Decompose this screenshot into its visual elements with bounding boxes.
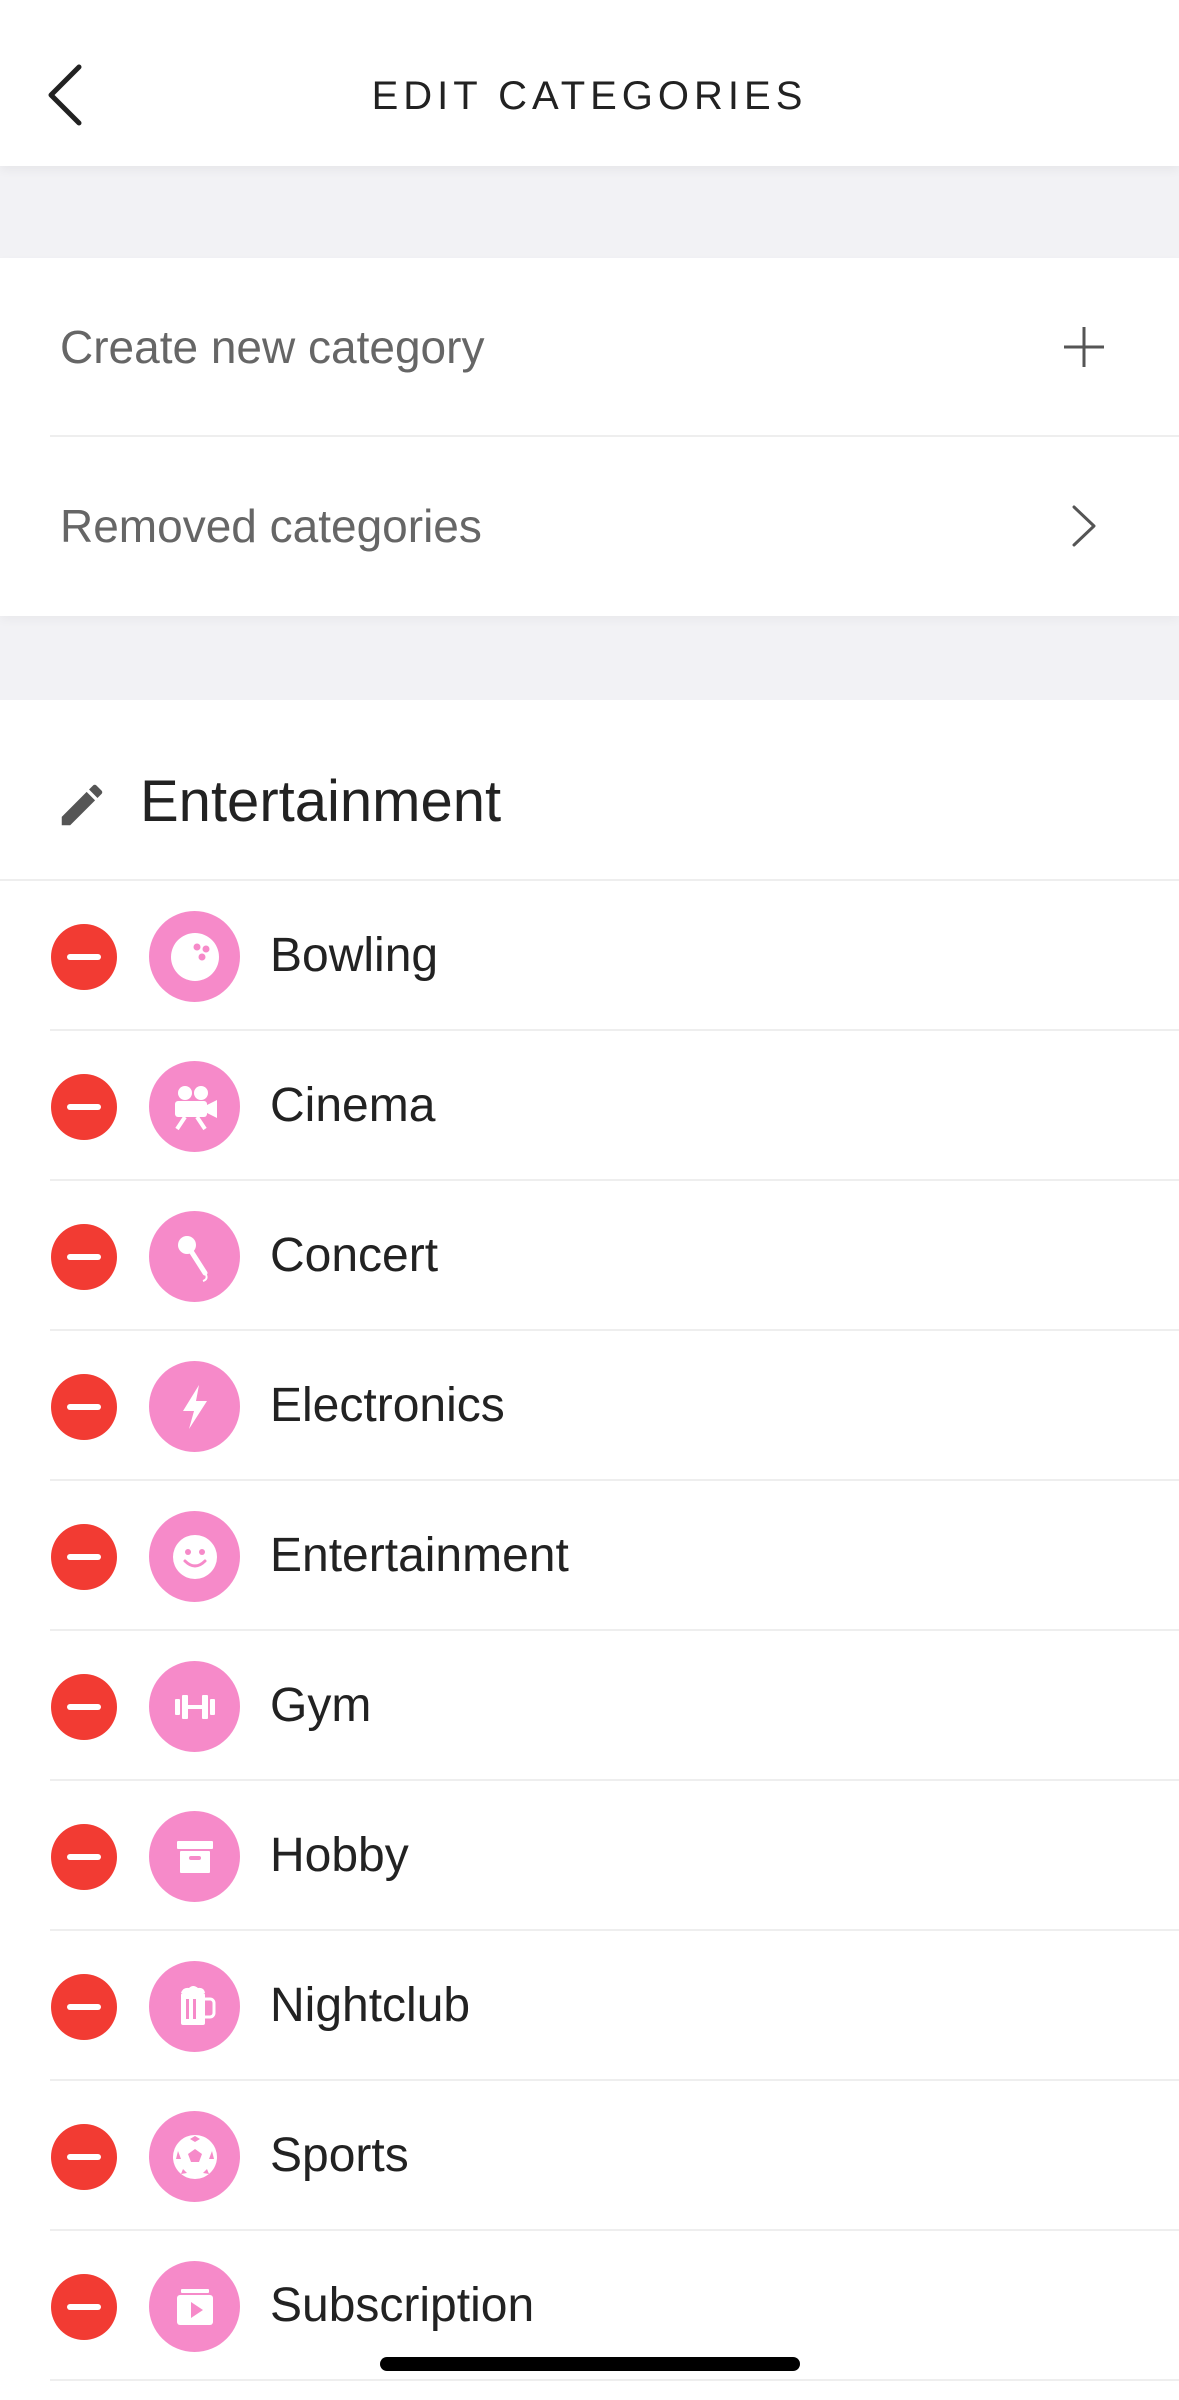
category-label: Hobby bbox=[270, 1829, 409, 1882]
category-group-card: Entertainment Bowling Cinema Concert Ele… bbox=[0, 700, 1179, 2400]
list-item: Nightclub bbox=[0, 1931, 1179, 2081]
removed-categories-row[interactable]: Removed categories bbox=[0, 437, 1179, 615]
navigation-bar: EDIT CATEGORIES bbox=[0, 0, 1179, 166]
lightning-bolt-icon bbox=[149, 1361, 240, 1452]
chevron-right-icon bbox=[1049, 491, 1119, 561]
movie-camera-icon bbox=[149, 1061, 240, 1152]
remove-button[interactable] bbox=[51, 1524, 117, 1590]
remove-button[interactable] bbox=[51, 1974, 117, 2040]
actions-card: Create new category Removed categories bbox=[0, 258, 1179, 616]
category-label: Concert bbox=[270, 1229, 439, 1282]
category-label: Sports bbox=[270, 2129, 409, 2182]
category-label: Bowling bbox=[270, 929, 439, 982]
plus-icon[interactable] bbox=[1049, 312, 1119, 382]
remove-button[interactable] bbox=[51, 1224, 117, 1290]
list-item: Gym bbox=[0, 1631, 1179, 1781]
group-header: Entertainment bbox=[0, 700, 1179, 881]
category-list: Bowling Cinema Concert Electronics Enter… bbox=[0, 881, 1179, 2381]
page-title: EDIT CATEGORIES bbox=[371, 74, 808, 118]
pencil-icon[interactable] bbox=[55, 778, 109, 832]
home-indicator bbox=[380, 2357, 800, 2371]
smiley-icon bbox=[149, 1511, 240, 1602]
list-item: Concert bbox=[0, 1181, 1179, 1331]
remove-button[interactable] bbox=[51, 2124, 117, 2190]
category-label: Entertainment bbox=[270, 1529, 569, 1582]
list-item: Sports bbox=[0, 2081, 1179, 2231]
remove-button[interactable] bbox=[51, 2274, 117, 2340]
list-item: Cinema bbox=[0, 1031, 1179, 1181]
category-label: Electronics bbox=[270, 1379, 505, 1432]
list-item: Electronics bbox=[0, 1331, 1179, 1481]
list-item: Entertainment bbox=[0, 1481, 1179, 1631]
divider bbox=[50, 2379, 1179, 2381]
play-box-icon bbox=[149, 2261, 240, 2352]
remove-button[interactable] bbox=[51, 1824, 117, 1890]
category-label: Cinema bbox=[270, 1079, 436, 1132]
list-item: Bowling bbox=[0, 881, 1179, 1031]
dumbbell-icon bbox=[149, 1661, 240, 1752]
remove-button[interactable] bbox=[51, 924, 117, 990]
remove-button[interactable] bbox=[51, 1074, 117, 1140]
removed-categories-label: Removed categories bbox=[60, 500, 482, 552]
create-category-row[interactable]: Create new category bbox=[0, 258, 1179, 436]
microphone-icon bbox=[149, 1211, 240, 1302]
beer-mug-icon bbox=[149, 1961, 240, 2052]
category-label: Nightclub bbox=[270, 1979, 471, 2032]
list-item: Hobby bbox=[0, 1781, 1179, 1931]
bowling-ball-icon bbox=[149, 911, 240, 1002]
soccer-ball-icon bbox=[149, 2111, 240, 2202]
create-category-label: Create new category bbox=[60, 321, 485, 373]
remove-button[interactable] bbox=[51, 1674, 117, 1740]
archive-box-icon bbox=[149, 1811, 240, 1902]
category-label: Gym bbox=[270, 1679, 372, 1732]
group-title[interactable]: Entertainment bbox=[140, 700, 501, 880]
remove-button[interactable] bbox=[51, 1374, 117, 1440]
